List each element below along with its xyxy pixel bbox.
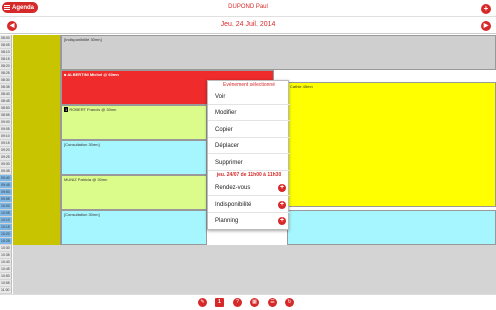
time-slot-label: 09:20 [0,147,12,154]
time-slot-label: 08:45 [0,98,12,105]
count-badge: 1 [64,107,69,112]
menu-item-label: Planning [215,218,239,224]
time-slot-label: 10:10 [0,217,12,224]
event-robert[interactable]: 1 ROBERT Francis @ 30mn [61,105,207,140]
time-slot-label: 08:10 [0,49,12,56]
event-yellow[interactable]: Cathie 45mn [287,82,496,207]
time-slot-label: 08:30 [0,77,12,84]
resource-column [13,35,61,245]
menu-deplacer[interactable]: Déplacer [208,138,290,154]
event-indisponibilite[interactable]: [Indisponibilité 30mn] [61,35,496,70]
time-slot-label: 10:35 [0,252,12,259]
time-slot-label: 09:40 [0,175,12,182]
event-label: ALBERTINI Michel @ 60mn [67,72,119,77]
time-slot-label: 09:00 [0,119,12,126]
time-slot-label: 09:15 [0,140,12,147]
time-slot-label: 08:50 [0,105,12,112]
time-slot-label: 08:20 [0,63,12,70]
add-icon: + [278,201,286,209]
list-icon[interactable]: ☰ [268,298,277,307]
menu-item-label: Voir [215,94,226,100]
time-slot-label: 08:35 [0,84,12,91]
refresh-icon[interactable]: ↻ [285,298,294,307]
user-name: DUPOND Paul [228,4,268,10]
time-slot-label: 08:15 [0,56,12,63]
menu-supprimer[interactable]: Supprimer [208,155,290,171]
help-icon[interactable]: ? [233,298,242,307]
event-label: [Consultation 30mn] [64,212,100,217]
event-muniz[interactable]: MUNIZ Patricia @ 30mn [61,175,207,210]
time-slot-label: 10:30 [0,245,12,252]
time-slot-label: 10:20 [0,231,12,238]
top-bar: Agenda DUPOND Paul + [0,0,496,17]
menu-title: Evénement sélectionné [223,82,275,88]
time-slot-label: 10:50 [0,273,12,280]
event-context-menu: Evénement sélectionné Voir Modifier Copi… [207,80,290,230]
time-slot-label: 09:55 [0,196,12,203]
event-label: Cathie 45mn [290,84,313,89]
time-slot-label: 09:35 [0,168,12,175]
current-date: Jeu. 24 Juil. 2014 [220,21,276,28]
after-hours-area [13,245,496,294]
menu-item-label: Rendez-vous [215,185,251,191]
time-slot-label: 09:05 [0,126,12,133]
menu-item-label: Supprimer [215,160,243,166]
time-slot-label: 09:30 [0,161,12,168]
time-slot-label: 09:50 [0,189,12,196]
next-day-button[interactable]: ▶ [481,21,491,31]
time-slot-label: 10:00 [0,203,12,210]
menu-item-label: Indisponibilité [215,202,252,208]
bottom-toolbar: ✎ 1 ? ▦ ☰ ↻ [0,294,496,310]
time-slot-label: 09:25 [0,154,12,161]
time-slot-label: 09:45 [0,182,12,189]
time-slot-label: 08:25 [0,70,12,77]
menu-item-label: Déplacer [215,143,240,149]
add-icon: + [278,184,286,192]
time-slot-label: 09:10 [0,133,12,140]
menu-item-label: Modifier [215,110,237,116]
time-slot-label: 10:05 [0,210,12,217]
event-cyan-right[interactable] [287,210,496,245]
edit-icon[interactable]: ✎ [198,298,207,307]
time-slot-label: 10:15 [0,224,12,231]
menu-copier[interactable]: Copier [208,122,290,138]
time-slot-label: 10:25 [0,238,12,245]
time-slot-label: 08:05 [0,42,12,49]
time-slot-label: 10:55 [0,280,12,287]
time-slot-label: 08:40 [0,91,12,98]
time-column: 08:00 08:05 08:10 08:15 08:20 08:25 08:30 08:35… [0,35,12,294]
menu-voir[interactable]: Voir [208,89,290,105]
event-consultation-1[interactable]: [Consultation 30mn] [61,140,207,175]
menu-modifier[interactable]: Modifier [208,105,290,121]
add-icon: + [278,217,286,225]
page-number[interactable]: 1 [215,298,224,307]
menu-indisponibilite[interactable]: Indisponibilité + [208,197,290,213]
event-label: [Consultation 30mn] [64,142,100,147]
menu-subtitle: jeu. 24/07 de 11h00 à 11h30 [216,172,282,178]
event-label: MUNIZ Patricia @ 30mn [64,177,108,182]
time-slot-label: 08:00 [0,35,12,42]
time-slot-label: 11:00 [0,287,12,294]
event-label: ROBERT Francis @ 30mn [69,107,117,112]
time-slot-label: 10:45 [0,266,12,273]
menu-item-label: Copier [215,127,233,133]
add-icon[interactable]: + [481,4,491,14]
time-slot-label: 10:40 [0,259,12,266]
menu-rendez-vous[interactable]: Rendez-vous + [208,180,290,196]
time-slot-label: 08:55 [0,112,12,119]
event-consultation-2[interactable]: [Consultation 30mn] [61,210,207,245]
date-bar: ◀ Jeu. 24 Juil. 2014 ▶ [0,17,496,34]
calendar-icon[interactable]: ▦ [250,298,259,307]
event-label: [Indisponibilité 30mn] [64,37,102,42]
menu-planning[interactable]: Planning + [208,213,290,229]
